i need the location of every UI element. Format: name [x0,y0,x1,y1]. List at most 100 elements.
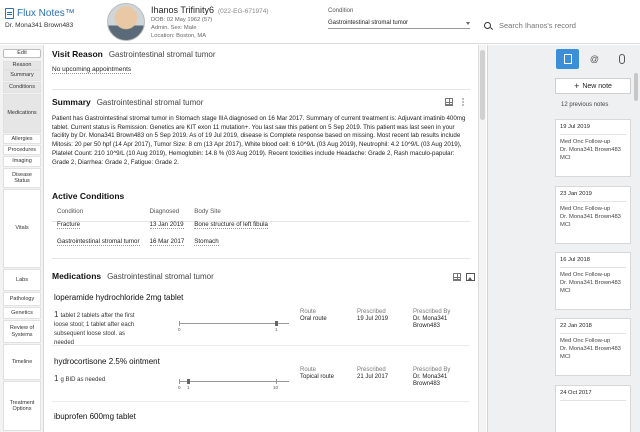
search-icon [484,21,491,29]
nav-treatment-options[interactable]: Treatment Options [3,381,41,431]
prescribed-by-col: Prescribed By Dr. Mona341 Brown483 [413,309,468,330]
note-card[interactable]: 19 Jul 2019 Med Onc Follow-up Dr. Mona34… [555,119,631,177]
at-sign-icon: @ [589,54,600,64]
prescriber: Dr. Mona341 Brown483 [413,316,448,329]
prescriber: Dr. Mona341 Brown483 [413,374,448,387]
visit-reason-condition: Gastrointestinal stromal tumor [108,50,216,59]
note-divider [560,400,626,401]
chart-view-icon[interactable] [466,273,475,281]
conditions-table: Condition Diagnosed Body Site Fracture 1… [57,208,278,255]
tab-notes[interactable] [556,49,579,69]
visit-reason-section: Visit Reason Gastrointestinal stromal tu… [52,49,470,90]
route-value: Topical route [300,374,335,380]
note-icon [563,54,572,64]
table-row[interactable]: Fracture 13 Jan 2019 Bone structure of l… [57,221,278,238]
tab-clipboard[interactable] [610,49,633,69]
cell-text: Gastrointestinal stromal tumor [57,238,140,246]
nav-disease-status[interactable]: Disease Status [3,168,41,188]
clipboard-icon [618,54,625,64]
nav-imaging[interactable]: Imaging [3,156,41,167]
note-org: MCI [560,354,571,360]
nav-medications[interactable]: Medications [3,94,41,133]
note-divider [560,333,626,334]
main-scrollbar-thumb[interactable] [480,50,485,120]
prescribed-label: Prescribed [357,309,386,315]
plus-icon: + [574,81,580,91]
route-label: Route [300,367,317,373]
section-divider [52,258,470,259]
cell-condition: Fracture [57,221,150,238]
medication-item: loperamide hydrochloride 2mg tablet 1 tab… [54,293,472,353]
prescribed-label: Prescribed [357,367,386,373]
note-card[interactable]: 16 Jul 2018 Med Onc Follow-up Dr. Mona34… [555,252,631,310]
summary-condition: Gastrointestinal stromal tumor [96,98,204,107]
row-divider [52,345,470,346]
medication-item: hydrocortisone 2.5% ointment 1g BID as n… [54,357,472,407]
notes-scrollbar[interactable] [634,73,639,373]
search-input[interactable] [499,20,629,30]
app-header: Flux Notes™ Dr. Mona341 Brown483 Ihanos … [0,0,640,44]
medication-dose: 1g BID as needed [54,374,142,385]
note-date: 24 Oct 2017 [560,390,592,396]
note-date: 23 Jan 2019 [560,191,592,197]
condition-selected-value: Gastrointestinal stromal tumor [328,20,409,26]
nav-pathology[interactable]: Pathology [3,292,41,306]
note-date: 22 Jan 2018 [560,323,592,329]
note-card[interactable]: 23 Jan 2019 Med Onc Follow-up Dr. Mona34… [555,186,631,244]
nav-allergies[interactable]: Allergies [3,134,41,144]
nav-conditions[interactable]: Conditions [3,82,41,93]
nav-vitals[interactable]: Vitals [3,189,41,268]
brand-block: Flux Notes™ Dr. Mona341 Brown483 [5,8,95,29]
nav-labs[interactable]: Labs [3,269,41,291]
slider-tick [276,379,277,384]
slider-max-label: 1 [275,327,278,332]
medication-item: ibuprofen 600mg tablet [54,412,472,432]
note-divider [560,267,626,268]
brand-name: Flux Notes™ [17,8,75,19]
cell-text: 13 Jan 2019 [149,221,184,229]
condition-select[interactable]: Gastrointestinal stromal tumor [328,18,470,29]
tab-mentions[interactable]: @ [583,49,606,69]
medications-condition: Gastrointestinal stromal tumor [107,272,214,281]
notes-scrollbar-thumb[interactable] [634,73,638,101]
note-divider [560,201,626,202]
table-view-icon[interactable] [445,98,453,106]
nav-timeline[interactable]: Timeline [3,344,41,380]
prescribed-date: 19 Jul 2019 [357,316,389,322]
table-row[interactable]: Gastrointestinal stromal tumor 16 Mar 20… [57,238,278,255]
route-label: Route [300,309,317,315]
row-divider [52,401,470,402]
route-col: Route Topical route [300,367,334,381]
edit-button[interactable]: Edit [3,49,41,58]
prescribed-by-label: Prescribed By [413,367,451,373]
header-condition: Condition [57,208,84,215]
medication-dose-text: tablet 2 tablets after the first loose s… [54,313,135,346]
patient-location: Location: Boston, MA [151,33,207,39]
active-conditions-title: Active Conditions [52,191,125,201]
nav-reason[interactable]: Reason [3,61,41,70]
new-note-label: New note [582,82,612,90]
note-org: MCI [560,155,571,161]
main-content: Visit Reason Gastrointestinal stromal tu… [45,45,477,432]
condition-picker: Condition Gastrointestinal stromal tumor [328,8,470,29]
cell-diagnosed: 13 Jan 2019 [149,221,195,238]
upcoming-appointments: No upcoming appointments [52,66,132,74]
more-options-icon[interactable] [462,98,464,100]
main-scrollbar[interactable] [478,45,486,432]
note-card[interactable]: 24 Oct 2017 [555,385,631,432]
new-note-button[interactable]: + New note [555,78,631,94]
note-card[interactable]: 22 Jan 2018 Med Onc Follow-up Dr. Mona34… [555,318,631,376]
table-view-icon[interactable] [453,273,461,281]
nav-genetics[interactable]: Genetics [3,307,41,319]
note-author: Dr. Mona341 Brown483 [560,346,621,352]
nav-procedures[interactable]: Procedures [3,145,41,155]
medication-qty: 1 [54,374,59,383]
slider-min-label: 0 [178,327,181,332]
notes-panel: @ + New note 12 previous notes 19 Jul 20… [487,45,640,432]
header-diagnosed: Diagnosed [149,208,180,215]
nav-review-of-systems[interactable]: Review of Systems [3,320,41,343]
note-type: Med Onc Follow-up [560,206,611,212]
nav-summary[interactable]: Summary [3,70,41,81]
dose-range-slider: 0 1 10 [178,379,289,390]
prescribed-by-col: Prescribed By Dr. Mona341 Brown483 [413,367,468,388]
